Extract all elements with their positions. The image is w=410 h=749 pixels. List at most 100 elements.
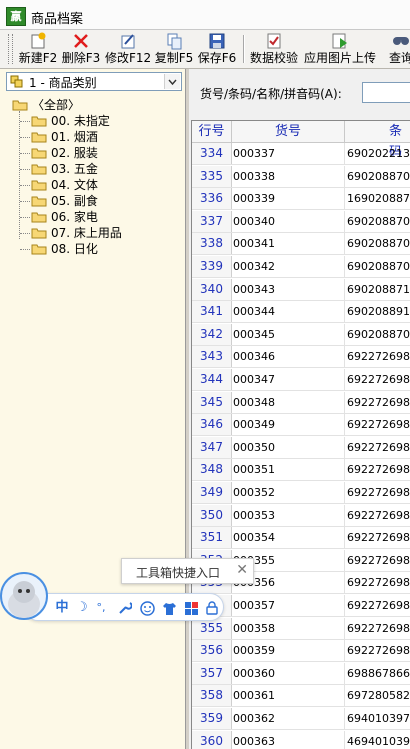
copy-button[interactable]: 复制F5 (154, 32, 194, 66)
row-number-cell[interactable]: 349 (192, 482, 232, 503)
barcode-cell[interactable]: 6922726981 (347, 459, 410, 480)
barcode-cell[interactable]: 6922726988 (347, 527, 410, 548)
row-number-cell[interactable]: 335 (192, 165, 232, 187)
row-number-cell[interactable]: 341 (192, 301, 232, 323)
chevron-down-icon[interactable] (164, 74, 180, 89)
code-cell[interactable]: 000363 (233, 730, 345, 749)
table-row[interactable]: 346 000349 6922726981 (192, 414, 410, 437)
table-row[interactable]: 347 000350 6922726981 (192, 436, 410, 459)
table-row[interactable]: 336 000339 1690208870 (192, 188, 410, 211)
table-row[interactable]: 345 000348 6922726982 (192, 391, 410, 414)
barcode-cell[interactable]: 6902088700 (347, 166, 410, 187)
column-header-code[interactable]: 货号 (232, 121, 345, 142)
shirt-icon[interactable] (161, 599, 177, 617)
code-cell[interactable]: 000346 (233, 346, 345, 368)
code-cell[interactable]: 000345 (233, 323, 345, 345)
barcode-cell[interactable]: 6922726981 (347, 505, 410, 526)
barcode-cell[interactable]: 4694010397 (347, 731, 410, 749)
code-cell[interactable]: 000338 (233, 165, 345, 187)
code-cell[interactable]: 000353 (233, 504, 345, 526)
barcode-cell[interactable]: 6922726983 (347, 618, 410, 639)
smile-icon[interactable] (139, 599, 155, 617)
table-row[interactable]: 356 000359 6922726983 (192, 640, 410, 663)
ime-avatar[interactable] (0, 572, 48, 620)
table-row[interactable]: 3540003576922726981 (192, 595, 410, 617)
delete-button[interactable]: 删除F3 (61, 32, 101, 66)
code-cell[interactable]: 000343 (233, 278, 345, 300)
code-cell[interactable]: 000344 (233, 301, 345, 323)
edit-button[interactable]: 修改F12 (105, 32, 151, 66)
row-number-cell[interactable]: 338 (192, 233, 232, 255)
barcode-cell[interactable]: 6902088701 (347, 211, 410, 232)
barcode-cell[interactable]: 6922726982 (347, 369, 410, 390)
code-cell[interactable]: 000361 (233, 685, 345, 707)
check-button[interactable]: 数据校验 (248, 32, 300, 66)
search-input[interactable] (362, 82, 410, 103)
punctuation-icon[interactable]: °, (93, 599, 109, 617)
table-row[interactable]: 335 000338 6902088700 (192, 165, 410, 188)
row-number-cell[interactable]: 360 (192, 730, 232, 749)
row-number-cell[interactable]: 342 (192, 323, 232, 345)
code-cell[interactable]: 000350 (233, 436, 345, 458)
search-button[interactable]: 查询 (381, 32, 410, 66)
wrench-icon[interactable] (117, 599, 133, 617)
table-row[interactable]: 342 000345 6902088700 (192, 323, 410, 346)
table-row[interactable]: 339 000342 6902088700 (192, 256, 410, 278)
table-row[interactable]: 359 000362 6940103973 (192, 708, 410, 730)
table-row[interactable]: 338 000341 6902088701 (192, 233, 410, 256)
barcode-cell[interactable]: 6922726982 (347, 392, 410, 413)
code-cell[interactable]: 000342 (233, 256, 345, 277)
code-cell[interactable]: 000341 (233, 233, 345, 255)
table-row[interactable]: 357 000360 6988678669 (192, 662, 410, 685)
barcode-cell[interactable]: 6922726981 (347, 346, 410, 367)
row-number-cell[interactable]: 348 (192, 459, 232, 481)
save-button[interactable]: 保存F6 (197, 32, 237, 66)
row-number-cell[interactable]: 346 (192, 414, 232, 436)
barcode-cell[interactable]: 6902088700 (347, 256, 410, 277)
row-number-cell[interactable]: 356 (192, 640, 232, 662)
table-row[interactable]: 334 000337 6902022135 (192, 143, 410, 165)
table-row[interactable]: 358 000361 6972805825 (192, 685, 410, 708)
row-number-cell[interactable]: 344 (192, 369, 232, 390)
table-row[interactable]: 343 000346 6922726981 (192, 346, 410, 369)
barcode-cell[interactable]: 6922726983 (347, 640, 410, 661)
barcode-cell[interactable]: 6902088701 (347, 233, 410, 254)
table-row[interactable]: 349 000352 6922726981 (192, 482, 410, 504)
row-number-cell[interactable]: 334 (192, 143, 232, 164)
new-button[interactable]: 新建F2 (18, 32, 58, 66)
code-cell[interactable]: 000348 (233, 391, 345, 413)
barcode-cell[interactable]: 6922726988 (347, 572, 410, 593)
row-number-cell[interactable]: 337 (192, 210, 232, 232)
code-cell[interactable]: 000359 (233, 640, 345, 662)
grid-icon[interactable] (183, 599, 199, 617)
column-header-barcode[interactable]: 条码 (345, 121, 410, 160)
code-cell[interactable]: 000337 (233, 143, 345, 164)
row-number-cell[interactable]: 359 (192, 708, 232, 729)
lock-icon[interactable] (205, 599, 219, 617)
row-number-cell[interactable]: 343 (192, 346, 232, 368)
ime-mode-chinese[interactable]: 中 (55, 599, 69, 617)
row-number-cell[interactable]: 336 (192, 188, 232, 210)
row-number-cell[interactable]: 347 (192, 436, 232, 458)
barcode-cell[interactable]: 6988678669 (347, 663, 410, 684)
barcode-cell[interactable]: 6902088713 (347, 279, 410, 300)
row-number-cell[interactable]: 350 (192, 504, 232, 526)
table-row[interactable]: 341 000344 6902088911 (192, 301, 410, 324)
code-cell[interactable]: 000352 (233, 482, 345, 503)
table-row[interactable]: 360 000363 4694010397 (192, 730, 410, 749)
table-row[interactable]: 355 000358 6922726983 (192, 617, 410, 640)
code-cell[interactable]: 000358 (233, 617, 345, 639)
column-header-row-number[interactable]: 行号 (192, 121, 232, 142)
barcode-cell[interactable]: 6922726981 (347, 482, 410, 503)
code-cell[interactable]: 000362 (233, 708, 345, 729)
code-cell[interactable]: 000340 (233, 210, 345, 232)
code-cell[interactable]: 000347 (233, 369, 345, 390)
close-icon[interactable]: ✕ (236, 562, 248, 578)
upload-image-button[interactable]: 应用图片上传 (303, 32, 377, 66)
barcode-cell[interactable]: 6940103973 (347, 708, 410, 729)
barcode-cell[interactable]: 1690208870 (347, 188, 410, 209)
barcode-cell[interactable]: 6972805825 (347, 685, 410, 706)
barcode-cell[interactable]: 6922726988 (347, 550, 410, 571)
moon-icon[interactable]: ☽ (75, 599, 89, 617)
row-number-cell[interactable]: 357 (192, 662, 232, 684)
